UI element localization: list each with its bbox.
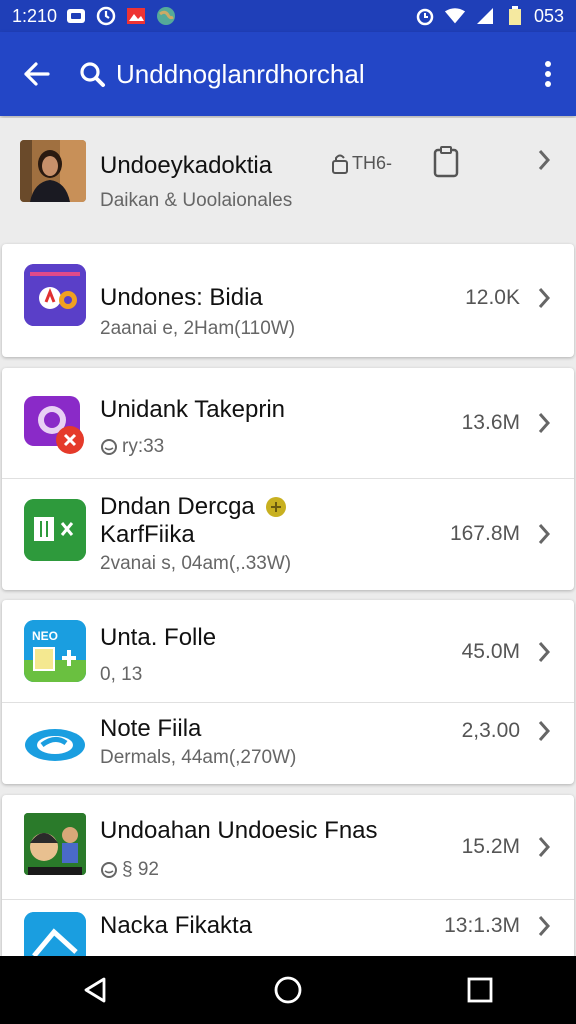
list-item[interactable]: Dndan Dercga KarfFiika 2vanai s, 04am(,.… — [2, 479, 574, 590]
app-bar: Unddnoglanrdhorchal — [0, 32, 576, 116]
navigation-bar — [0, 956, 576, 1024]
item-size: 45.0M — [461, 640, 520, 663]
clipboard-icon[interactable] — [432, 146, 460, 183]
sync-icon — [95, 6, 117, 26]
status-time: 1:210 — [12, 5, 58, 26]
item-subtitle: 2vanai s, 04am(,.33W) — [100, 553, 292, 574]
header-tag: TH6- — [330, 152, 392, 174]
search-query[interactable]: Unddnoglanrdhorchal — [116, 59, 365, 90]
header-title: Undoeykadoktia — [100, 152, 273, 179]
app-icon-bidia — [24, 264, 86, 326]
item-subtitle: § 92 — [122, 859, 159, 880]
app-icon-fikakta — [24, 912, 86, 956]
search-bar[interactable]: Unddnoglanrdhorchal — [72, 32, 520, 116]
item-size: 13:1.3M — [444, 914, 520, 937]
header-item[interactable]: Undoeykadoktia Daikan & Uoolaionales TH6… — [0, 118, 576, 230]
app-card-4: Undoahan Undoesic Fnas § 92 15.2M Nacka … — [2, 795, 574, 956]
item-size: 12.0K — [465, 286, 520, 309]
status-right: 053 — [414, 6, 564, 27]
status-bar: 1:210 053 — [0, 0, 576, 32]
item-size: 15.2M — [461, 835, 520, 858]
item-subtitle: Dermals, 44am(,270W) — [100, 747, 297, 768]
list-item[interactable]: Note Fiila Dermals, 44am(,270W) 2,3.00 — [2, 703, 574, 784]
battery-text: 053 — [533, 5, 564, 26]
chevron-right-icon — [532, 717, 556, 745]
item-title: Unta. Folle — [100, 624, 217, 651]
search-icon — [72, 60, 112, 88]
lock-icon — [332, 154, 348, 174]
back-button[interactable] — [0, 32, 72, 116]
item-subtitle-wrap: § 92 — [100, 859, 159, 881]
item-title: Note Fiila — [100, 715, 202, 742]
battery-icon — [504, 6, 526, 25]
item-title: Undones: Bidia — [100, 284, 263, 311]
clock-icon — [101, 862, 117, 878]
app-icon-folle: NEO — [24, 620, 86, 682]
header-tag-text: TH6- — [352, 152, 392, 173]
nav-home-button[interactable] — [258, 960, 318, 1020]
app-icon-kartfiika — [24, 499, 86, 561]
item-title: Undoahan Undoesic Fnas — [100, 817, 378, 844]
app-card-3: NEO Unta. Folle 0, 13 45.0M Note Fiila D… — [2, 600, 574, 784]
item-size: 2,3.00 — [461, 719, 520, 742]
item-title-line1-wrap: Dndan Dercga — [100, 493, 287, 521]
nav-recents-button[interactable] — [450, 960, 510, 1020]
app-card-1: Undones: Bidia 2aanai e, 2Ham(110W) 12.0… — [2, 244, 574, 357]
svg-text:NEO: NEO — [32, 629, 58, 643]
arrow-left-icon — [24, 62, 50, 86]
message-icon — [65, 7, 87, 25]
alarm-icon — [414, 7, 436, 26]
item-size: 13.6M — [461, 411, 520, 434]
chevron-right-icon — [532, 409, 556, 437]
square-recents-icon — [467, 977, 493, 1003]
nav-back-button[interactable] — [66, 960, 126, 1020]
list-item[interactable]: Unidank Takeprin ry:33 13.6M — [2, 368, 574, 478]
list-item[interactable]: Undones: Bidia 2aanai e, 2Ham(110W) 12.0… — [2, 244, 574, 357]
app-icon-fnas — [24, 813, 86, 875]
status-left: 1:210 — [12, 6, 177, 27]
chevron-right-icon — [532, 912, 556, 940]
triangle-back-icon — [84, 977, 106, 1003]
item-subtitle: ry:33 — [122, 436, 165, 457]
app-icon-note — [24, 711, 86, 773]
badge-icon — [265, 497, 286, 517]
item-title: Dndan Dercga — [100, 493, 255, 520]
profile-photo — [20, 140, 86, 202]
item-subtitle-wrap: ry:33 — [100, 436, 164, 458]
more-vert-icon — [545, 61, 551, 87]
gallery-icon — [125, 7, 147, 25]
item-title: Unidank Takeprin — [100, 396, 286, 423]
app-icon-takeprin — [24, 394, 86, 456]
header-subtitle: Daikan & Uoolaionales — [100, 190, 293, 211]
item-size: 167.8M — [449, 522, 520, 545]
app-card-2: Unidank Takeprin ry:33 13.6M Dndan Dercg… — [2, 368, 574, 590]
chevron-right-icon[interactable] — [532, 146, 556, 174]
wifi-icon — [444, 7, 466, 25]
chevron-right-icon — [532, 520, 556, 548]
item-title: Nacka Fikakta — [100, 912, 253, 939]
circle-home-icon — [274, 976, 302, 1004]
chevron-right-icon — [532, 638, 556, 666]
globe-icon — [155, 7, 177, 25]
item-subtitle: 2aanai e, 2Ham(110W) — [100, 318, 296, 339]
overflow-menu-button[interactable] — [520, 32, 576, 116]
chevron-right-icon — [532, 833, 556, 861]
clock-icon — [101, 439, 117, 455]
chevron-right-icon — [532, 284, 556, 312]
list-item[interactable]: Undoahan Undoesic Fnas § 92 15.2M — [2, 795, 574, 899]
signal-icon — [474, 7, 496, 25]
list-item[interactable]: NEO Unta. Folle 0, 13 45.0M — [2, 600, 574, 702]
item-title-line2: KarfFiika — [100, 521, 195, 548]
item-subtitle: 0, 13 — [100, 664, 143, 685]
list-item[interactable]: Nacka Fikakta 13:1.3M — [2, 900, 574, 956]
